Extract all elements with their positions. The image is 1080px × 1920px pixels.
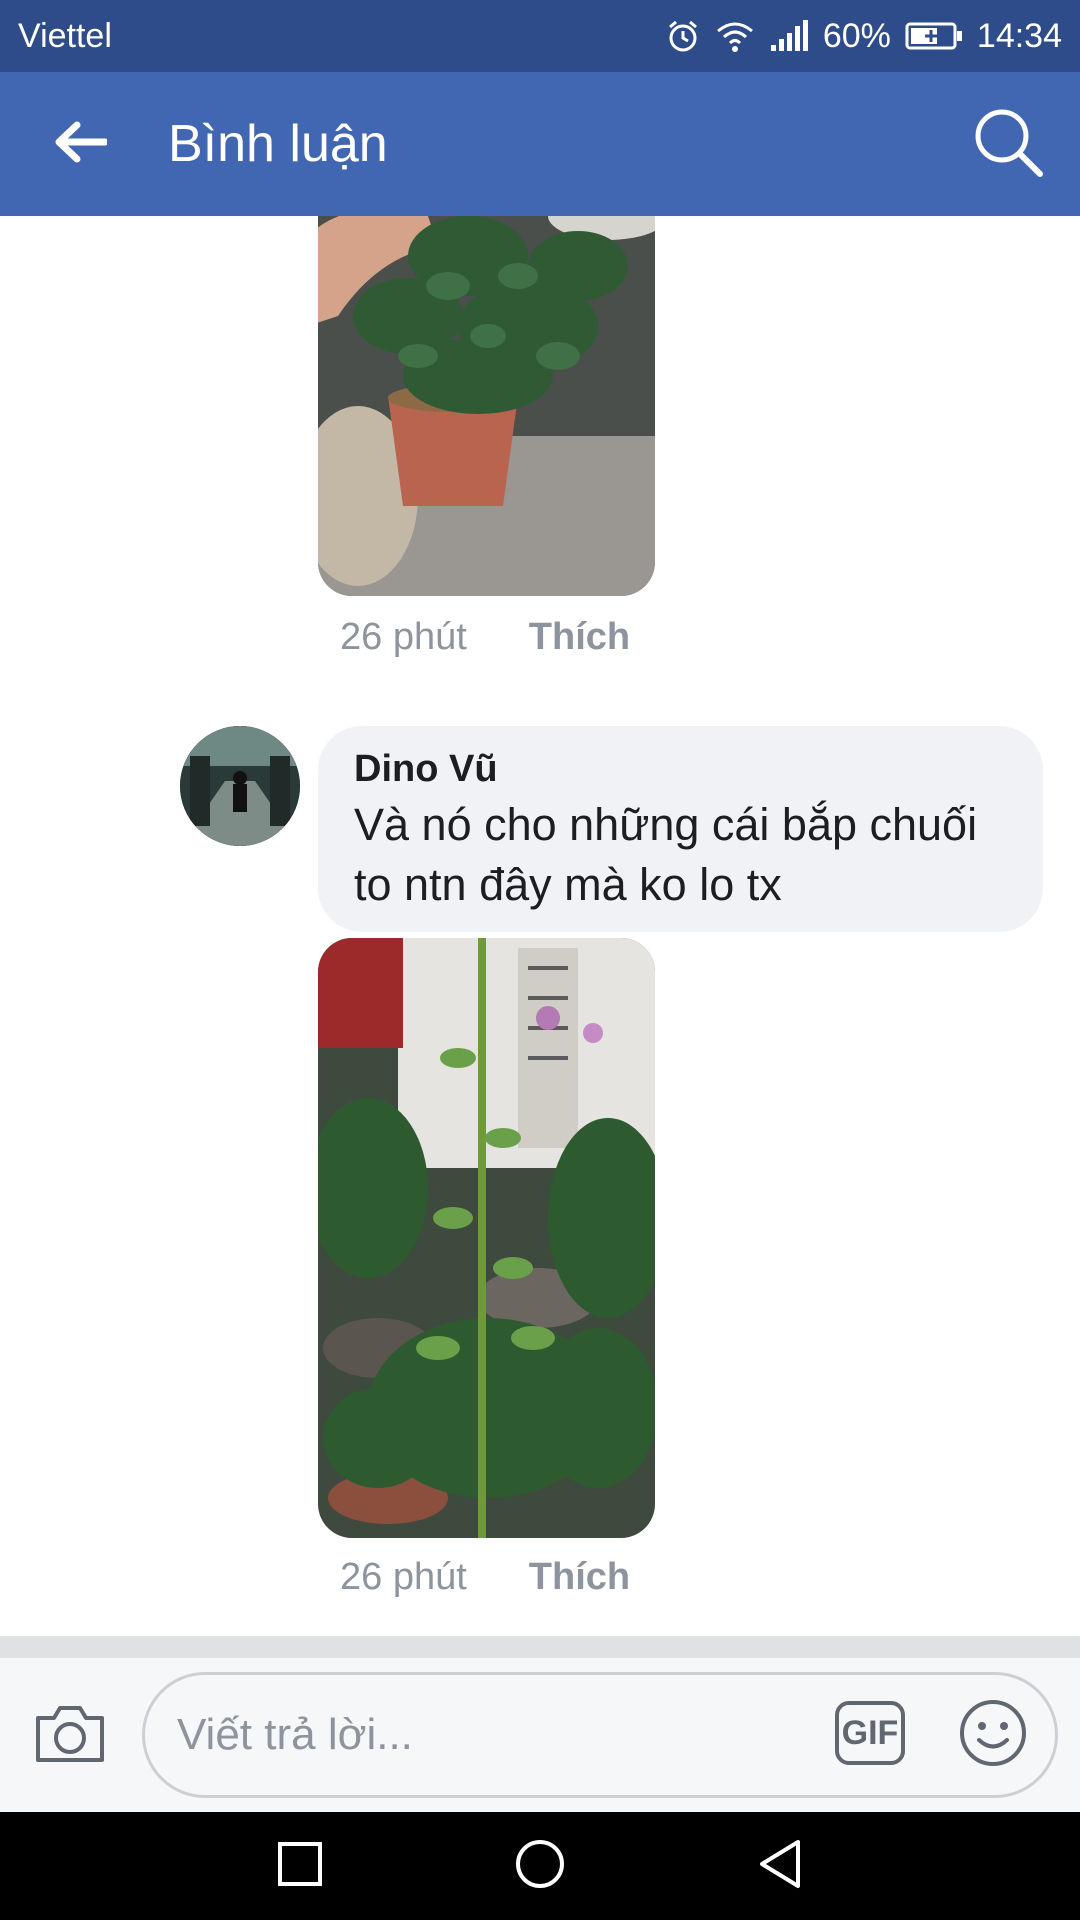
comment-meta: 26 phút Thích — [340, 1556, 630, 1599]
wifi-icon — [715, 19, 755, 53]
home-icon — [514, 1838, 566, 1895]
alarm-icon — [665, 18, 701, 54]
carrier-name: Viettel — [18, 16, 112, 55]
app-bar: Bình luận — [0, 72, 1080, 216]
back-arrow-icon — [53, 121, 109, 168]
plant-photo-image — [318, 938, 655, 1538]
reply-placeholder: Viết trả lời... — [177, 1710, 413, 1759]
plant-photo-image — [318, 216, 655, 596]
comments-list: 26 phút Thích Dino Vũ Và nó cho những cá… — [0, 216, 1080, 1636]
like-button[interactable]: Thích — [529, 616, 630, 659]
comment-bubble[interactable]: Dino Vũ Và nó cho những cái bắp chuối to… — [318, 726, 1043, 932]
camera-button[interactable] — [0, 1658, 140, 1812]
comment-photo[interactable] — [318, 216, 655, 596]
comment-photo[interactable] — [318, 938, 655, 1538]
avatar[interactable] — [180, 726, 300, 846]
comment-time: 26 phút — [340, 616, 467, 658]
home-button[interactable] — [495, 1821, 585, 1911]
search-button[interactable] — [936, 72, 1080, 216]
battery-percent: 60% — [822, 16, 891, 55]
page-title: Bình luận — [168, 115, 388, 173]
comment-meta: 26 phút Thích — [340, 616, 630, 659]
search-icon — [972, 106, 1044, 183]
battery-icon — [905, 21, 963, 51]
avatar-image — [180, 726, 300, 846]
reply-composer: Viết trả lời... GIF — [0, 1658, 1080, 1812]
comment-text: Và nó cho những cái bắp chuối to ntn đây… — [354, 799, 978, 910]
comment-time: 26 phút — [340, 1556, 467, 1598]
back-nav-icon — [756, 1838, 804, 1895]
camera-icon — [34, 1702, 106, 1769]
status-bar: Viettel 60% 14:34 — [0, 0, 1080, 72]
emoji-icon[interactable] — [957, 1697, 1029, 1774]
gif-button[interactable]: GIF — [835, 1701, 905, 1765]
reply-input[interactable]: Viết trả lời... GIF — [142, 1672, 1058, 1798]
recent-apps-button[interactable] — [255, 1821, 345, 1911]
comment-author[interactable]: Dino Vũ — [354, 748, 1007, 791]
signal-icon — [769, 19, 809, 53]
system-nav-bar — [0, 1812, 1080, 1920]
like-button[interactable]: Thích — [529, 1556, 630, 1599]
back-nav-button[interactable] — [735, 1821, 825, 1911]
clock: 14:34 — [976, 16, 1062, 55]
back-button[interactable] — [0, 72, 160, 216]
composer-divider — [0, 1636, 1080, 1658]
recent-apps-icon — [277, 1841, 323, 1892]
